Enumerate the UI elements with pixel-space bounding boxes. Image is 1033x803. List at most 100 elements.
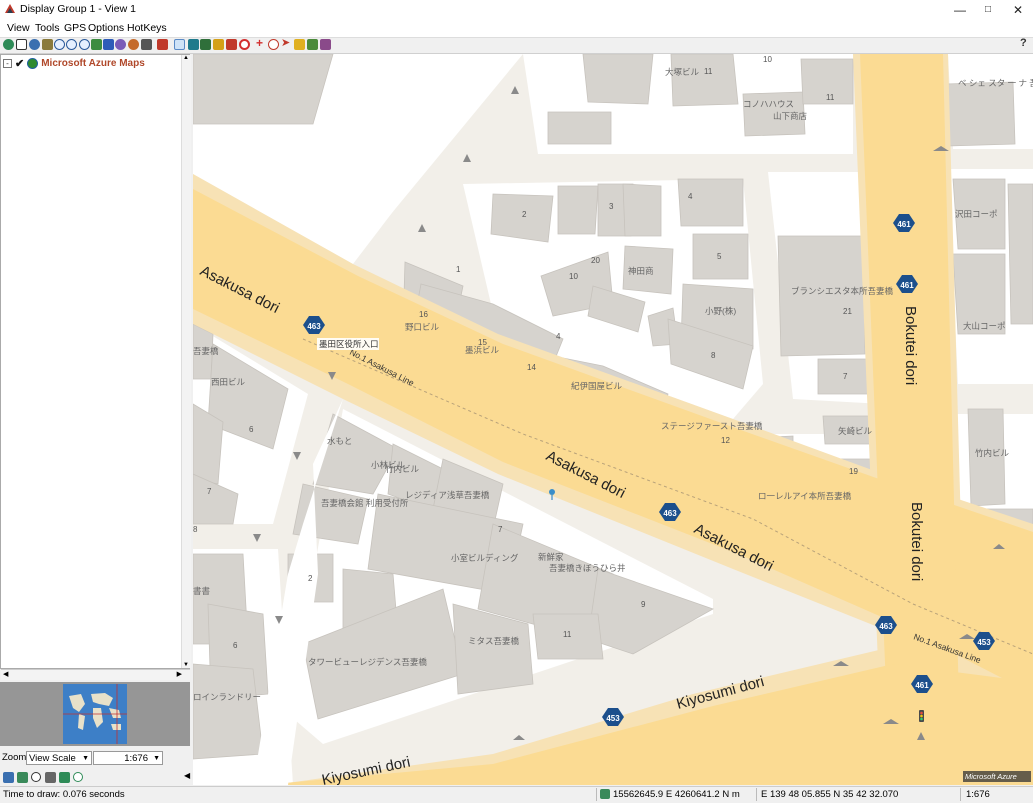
menu-gps[interactable]: GPS bbox=[64, 22, 86, 34]
layers-icon[interactable] bbox=[3, 772, 14, 783]
maximize-button[interactable]: □ bbox=[971, 0, 1005, 19]
building-number: 11 bbox=[704, 67, 713, 76]
poi-label: 竹内ビル bbox=[975, 448, 1010, 458]
scroll-left-icon[interactable]: ◀ bbox=[3, 670, 8, 678]
map-view[interactable]: Asakusa dori Asakusa dori Asakusa dori K… bbox=[193, 54, 1033, 785]
layer-label: Microsoft Azure Maps bbox=[41, 58, 145, 69]
building-number: 4 bbox=[688, 192, 693, 201]
info-icon[interactable] bbox=[200, 39, 211, 50]
cancel-icon[interactable] bbox=[239, 39, 250, 50]
image-icon[interactable] bbox=[320, 39, 331, 50]
locate-icon[interactable] bbox=[73, 772, 83, 782]
refresh-icon[interactable] bbox=[3, 39, 14, 50]
layer-horizontal-scrollbar[interactable]: ◀ ▶ bbox=[1, 669, 190, 680]
help-icon[interactable]: ? bbox=[1020, 38, 1031, 49]
measure-icon[interactable] bbox=[188, 39, 199, 50]
azure-maps-icon bbox=[27, 58, 39, 69]
building-number: 21 bbox=[843, 307, 852, 316]
zoom-scale-select[interactable]: 1:676 ▼ bbox=[93, 751, 163, 765]
globe-icon[interactable] bbox=[42, 39, 53, 50]
status-scale: 1:676 bbox=[966, 789, 990, 800]
building-number: 5 bbox=[717, 252, 722, 261]
building-number: 7 bbox=[207, 487, 212, 496]
building-number: 19 bbox=[849, 467, 858, 476]
collapse-icon[interactable]: ◀ bbox=[184, 771, 190, 780]
expand-icon[interactable]: - bbox=[3, 59, 12, 68]
building-number: 2 bbox=[522, 210, 527, 219]
zoom-mode-value: View Scale bbox=[29, 753, 76, 764]
layer-panel bbox=[0, 54, 190, 669]
poi-label: コノハハウス bbox=[743, 99, 794, 109]
map-copyright: Microsoft Azure bbox=[965, 772, 1017, 781]
poi-label: 野口ビル bbox=[405, 322, 440, 332]
network-icon[interactable] bbox=[115, 39, 126, 50]
ruler-icon[interactable] bbox=[213, 39, 224, 50]
find-icon[interactable] bbox=[31, 772, 41, 782]
building-number: 4 bbox=[556, 332, 561, 341]
grid-icon[interactable] bbox=[103, 39, 114, 50]
status-divider bbox=[756, 788, 757, 801]
full-extent-icon[interactable] bbox=[16, 39, 27, 50]
poi-label: 神田商 bbox=[628, 266, 654, 276]
scroll-down-icon[interactable]: ▼ bbox=[183, 662, 189, 668]
edit-icon[interactable] bbox=[307, 39, 318, 50]
poi-label: 吾妻橋 bbox=[193, 346, 219, 356]
map-canvas[interactable]: Asakusa dori Asakusa dori Asakusa dori K… bbox=[193, 54, 1033, 785]
close-icon: ✕ bbox=[1012, 2, 1024, 17]
building-number: 2 bbox=[308, 574, 313, 583]
zoom-box-icon[interactable] bbox=[79, 39, 90, 50]
layer-item[interactable]: - ✔ Microsoft Azure Maps bbox=[3, 57, 145, 70]
map-icon[interactable] bbox=[17, 772, 28, 783]
building-number: 12 bbox=[721, 436, 730, 445]
poi-label: 沢田コーポ bbox=[955, 209, 998, 219]
print-icon[interactable] bbox=[128, 39, 139, 50]
checkbox-checked-icon[interactable]: ✔ bbox=[15, 57, 24, 70]
select-tool-icon[interactable] bbox=[174, 39, 185, 50]
status-divider bbox=[596, 788, 597, 801]
layer-icon[interactable] bbox=[91, 39, 102, 50]
route-shield-463: 463 bbox=[879, 622, 893, 631]
camera-icon[interactable] bbox=[141, 39, 152, 50]
building-number: 7 bbox=[498, 525, 503, 534]
status-divider bbox=[960, 788, 961, 801]
building-number: 15 bbox=[478, 338, 487, 347]
chevron-down-icon: ▼ bbox=[153, 755, 160, 762]
menu-hotkeys[interactable]: HotKeys bbox=[127, 22, 167, 34]
chevron-down-icon: ▼ bbox=[82, 755, 89, 762]
panel-tools: ◀ bbox=[0, 769, 190, 785]
maximize-icon: □ bbox=[984, 4, 992, 15]
building-number: 14 bbox=[527, 363, 536, 372]
toolbar: + ➤ ? bbox=[0, 37, 1033, 54]
pan-icon[interactable] bbox=[29, 39, 40, 50]
route-icon[interactable] bbox=[226, 39, 237, 50]
menu-options[interactable]: Options bbox=[88, 22, 124, 34]
scroll-up-icon[interactable]: ▲ bbox=[183, 55, 189, 61]
pencil-icon[interactable] bbox=[294, 39, 305, 50]
poi-label: 大山コーポ bbox=[963, 321, 1006, 331]
gps-icon[interactable] bbox=[59, 772, 70, 783]
export-icon[interactable] bbox=[157, 39, 168, 50]
menu-tools[interactable]: Tools bbox=[35, 22, 60, 34]
menu-view[interactable]: View bbox=[7, 22, 30, 34]
zoom-out-icon[interactable] bbox=[66, 39, 77, 50]
crosshair-icon[interactable]: + bbox=[256, 37, 267, 49]
table-icon[interactable] bbox=[45, 772, 56, 783]
poi-label: ロ一レルアイ本所吾妻橋 bbox=[758, 491, 852, 501]
search-icon[interactable] bbox=[268, 39, 279, 50]
geographic-coordinates: E 139 48 05.855 N 35 42 32.070 bbox=[761, 789, 899, 800]
road-label: Bokutei dori bbox=[908, 502, 925, 581]
building-number: 7 bbox=[843, 372, 848, 381]
scroll-right-icon[interactable]: ▶ bbox=[177, 670, 182, 678]
draw-time-text: Time to draw: 0.076 seconds bbox=[3, 789, 125, 800]
poi-label: 書書 bbox=[193, 586, 211, 596]
building-number: 20 bbox=[591, 256, 600, 265]
pointer-icon[interactable]: ➤ bbox=[281, 38, 292, 49]
close-button[interactable]: ✕ bbox=[1001, 0, 1033, 19]
poi-label: タワービューレジデンス吾妻橋 bbox=[308, 657, 427, 667]
zoom-mode-select[interactable]: View Scale ▼ bbox=[26, 751, 92, 765]
overview-map[interactable] bbox=[0, 682, 190, 746]
zoom-in-icon[interactable] bbox=[54, 39, 65, 50]
zoom-bar: Zoom View Scale ▼ 1:676 ▼ bbox=[0, 748, 190, 768]
building-number: 3 bbox=[609, 202, 614, 211]
layer-vertical-scrollbar[interactable]: ▲ ▼ bbox=[181, 55, 191, 668]
